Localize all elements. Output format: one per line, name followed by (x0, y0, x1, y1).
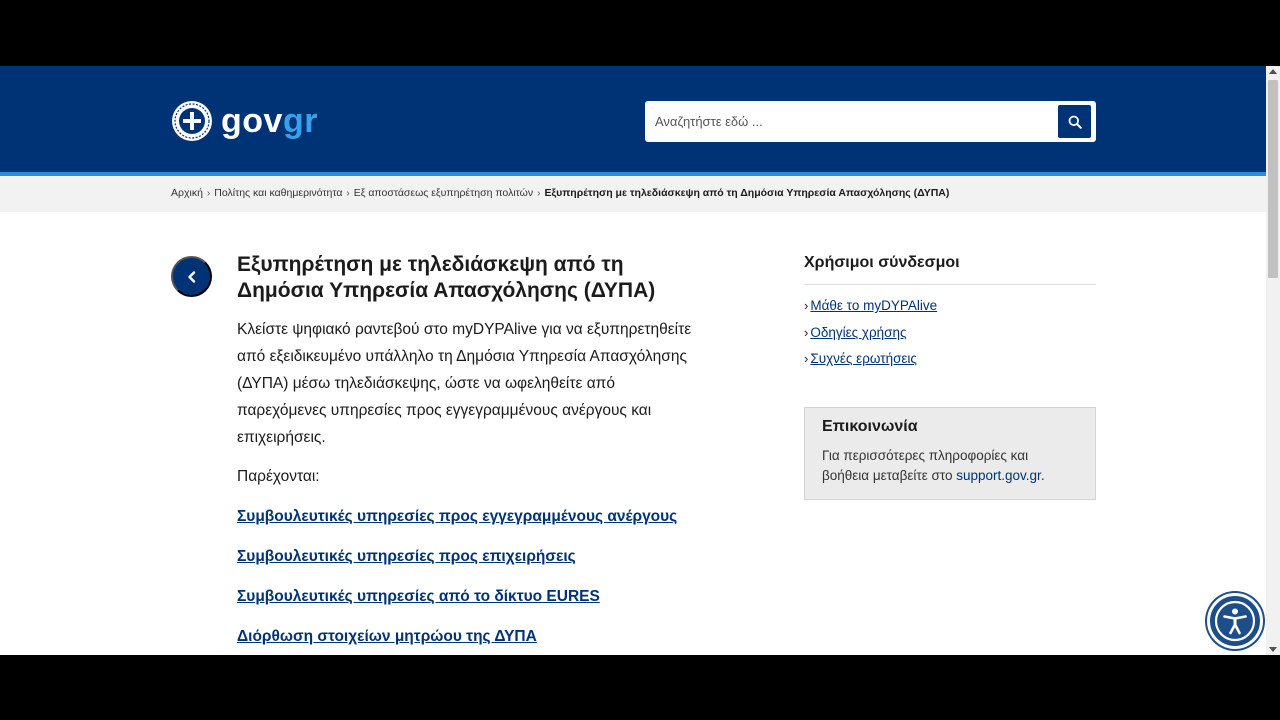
logo-gr: gr (282, 102, 318, 140)
chevron-right-icon: › (346, 187, 350, 199)
contact-title: Επικοινωνία (822, 418, 918, 435)
main-content: Εξυπηρέτηση με τηλεδιάσκεψη από τη Δημόσ… (237, 252, 707, 655)
breadcrumb-citizen[interactable]: Πολίτης και καθημερινότητα (214, 187, 342, 199)
list-item: Συμβουλευτικές υπηρεσίες προς επιχειρήσε… (237, 543, 707, 570)
service-list: Συμβουλευτικές υπηρεσίες προς εγγεγραμμέ… (237, 503, 707, 650)
service-link-businesses[interactable]: Συμβουλευτικές υπηρεσίες προς επιχειρήσε… (237, 548, 576, 565)
chevron-right-icon: › (206, 187, 211, 199)
provided-label: Παρέχονται: (237, 468, 320, 485)
breadcrumb-current: Εξυπηρέτηση με τηλεδιάσκεψη από τη Δημόσ… (544, 187, 950, 199)
page-scrollbar[interactable] (1266, 66, 1280, 655)
browser-viewport: govgr Αρχική › Πολίτης και καθημερινότητ… (0, 66, 1280, 655)
chevron-right-icon: › (537, 187, 541, 199)
scroll-up-arrow-icon[interactable] (1269, 69, 1277, 74)
search-box (645, 101, 1096, 142)
useful-links-heading: Χρήσιμοι σύνδεσμοι (804, 254, 1096, 285)
useful-links-list: › Μάθε το myDYPAlive › Οδηγίες χρήσης › Συχ… (804, 293, 1096, 373)
list-item: Διόρθωση στοιχείων μητρώου της ΔΥΠΑ (237, 623, 707, 650)
contact-text: Για περισσότερες πληροφορίες και βοήθεια… (822, 446, 1078, 486)
chevron-right-icon: › (804, 351, 809, 366)
accessibility-button[interactable] (1207, 593, 1263, 649)
list-item: Συμβουλευτικές υπηρεσίες από το δίκτυο E… (237, 583, 707, 610)
breadcrumb-home[interactable]: Αρχική (171, 187, 203, 199)
list-item: Συμβουλευτικές υπηρεσίες προς εγγεγραμμέ… (237, 503, 707, 530)
search-icon (1068, 115, 1082, 129)
greek-emblem-icon (172, 101, 212, 141)
scroll-down-arrow-icon[interactable] (1269, 647, 1277, 652)
list-item: › Οδηγίες χρήσης (804, 320, 1096, 347)
list-item: › Συχνές ερωτήσεις (804, 346, 1096, 373)
chevron-right-icon: › (804, 324, 809, 340)
service-link-eures[interactable]: Συμβουλευτικές υπηρεσίες από το δίκτυο E… (237, 588, 600, 605)
site-header: govgr (0, 66, 1266, 172)
service-link-registry-correction[interactable]: Διόρθωση στοιχείων μητρώου της ΔΥΠΑ (237, 628, 537, 645)
page-title: Εξυπηρέτηση με τηλεδιάσκεψη από τη Δημόσ… (237, 253, 656, 302)
back-button[interactable] (171, 256, 212, 297)
logo-text: govgr (221, 104, 318, 138)
search-button[interactable] (1058, 105, 1091, 138)
scroll-thumb[interactable] (1268, 80, 1278, 278)
link-faq[interactable]: Συχνές ερωτήσεις (810, 346, 917, 373)
list-item: › Μάθε το myDYPAlive (804, 293, 1096, 320)
breadcrumb-remote-service[interactable]: Εξ αποστάσεως εξυπηρέτηση πολιτών (354, 187, 533, 199)
logo-gov: gov (221, 102, 283, 140)
link-usage-instructions[interactable]: Οδηγίες χρήσης (810, 320, 906, 347)
search-input[interactable] (645, 101, 1045, 142)
govgr-logo[interactable]: govgr (171, 100, 318, 142)
contact-box: Επικοινωνία Για περισσότερες πληροφορίες… (804, 407, 1096, 500)
sidebar: Χρήσιμοι σύνδεσμοι › Μάθε το myDYPAlive ›… (804, 254, 1096, 373)
intro-paragraph: Κλείστε ψηφιακό ραντεβού στο myDYPAlive … (237, 321, 692, 446)
breadcrumb-bar: Αρχική › Πολίτης και καθημερινότητα › Εξ… (0, 176, 1266, 212)
accessibility-icon (1214, 600, 1256, 642)
breadcrumb: Αρχική › Πολίτης και καθημερινότητα › Εξ… (171, 187, 949, 199)
chevron-left-icon (187, 270, 195, 283)
service-link-unemployed[interactable]: Συμβουλευτικές υπηρεσίες προς εγγεγραμμέ… (237, 508, 677, 525)
support-link[interactable]: support.gov.gr (956, 468, 1041, 483)
contact-text-suffix: . (1040, 468, 1045, 483)
link-learn-mydypalive[interactable]: Μάθε το myDYPAlive (810, 293, 937, 320)
chevron-right-icon: › (804, 298, 809, 313)
